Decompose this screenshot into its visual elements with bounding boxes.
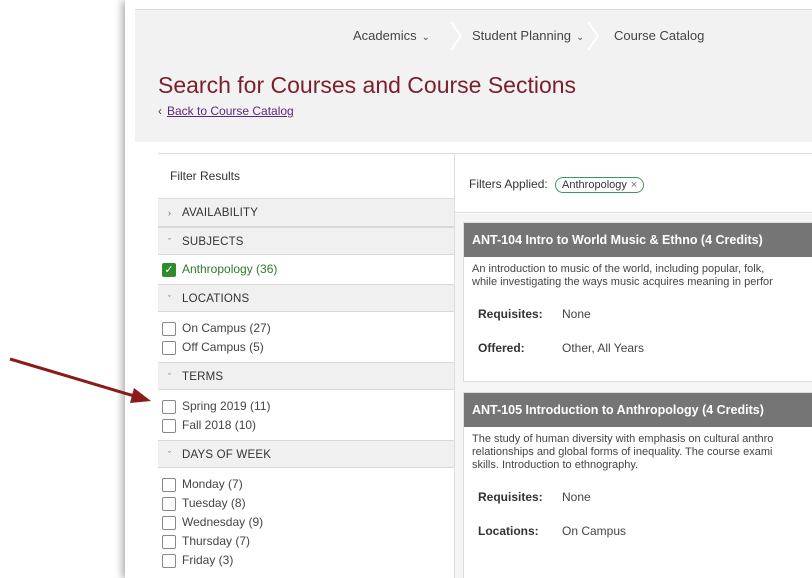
checkbox[interactable] bbox=[162, 477, 176, 492]
section-title: TERMS bbox=[182, 371, 224, 383]
breadcrumb-separator-icon bbox=[450, 22, 462, 50]
field-value: Other, All Years bbox=[562, 341, 645, 355]
filter-results-header: Filter Results bbox=[158, 154, 454, 199]
option-label: Wednesday (9) bbox=[182, 515, 264, 529]
filter-section-locations[interactable]: ˇ LOCATIONS bbox=[158, 284, 454, 312]
checkbox[interactable] bbox=[162, 553, 176, 568]
section-title: SUBJECTS bbox=[182, 236, 244, 248]
browser-window: Academics ⌄ Student Planning ⌄ Course Cata… bbox=[125, 0, 812, 578]
locations-options: On Campus (27) Off Campus (5) bbox=[158, 312, 454, 362]
filter-panel: Filter Results › AVAILABILITY ˇ SUBJECTS ✓… bbox=[158, 153, 454, 578]
section-title: DAYS OF WEEK bbox=[182, 449, 272, 461]
requisites-row: Requisites: None bbox=[464, 490, 812, 504]
back-link-label[interactable]: Back to Course Catalog bbox=[167, 104, 294, 118]
option-friday[interactable]: Friday (3) bbox=[162, 551, 454, 570]
course-card: ANT-104 Intro to World Music & Ethno (4 … bbox=[463, 222, 812, 382]
requisites-row: Requisites: None bbox=[464, 307, 812, 321]
checkbox[interactable] bbox=[162, 340, 176, 355]
offered-row: Offered: Other, All Years bbox=[464, 341, 812, 355]
filters-applied-label: Filters Applied: bbox=[469, 177, 548, 191]
option-spring-2019[interactable]: Spring 2019 (11) bbox=[162, 397, 454, 416]
chevron-down-icon: ˇ bbox=[168, 372, 172, 382]
option-monday[interactable]: Monday (7) bbox=[162, 475, 454, 494]
option-anthropology[interactable]: ✓ Anthropology (36) bbox=[162, 260, 454, 279]
chevron-down-icon: ⌄ bbox=[576, 32, 585, 43]
option-label: Off Campus (5) bbox=[182, 340, 264, 354]
description-line: The study of human diversity with emphas… bbox=[472, 433, 774, 445]
option-label: Spring 2019 (11) bbox=[182, 399, 271, 413]
filter-section-days-of-week[interactable]: ˇ DAYS OF WEEK bbox=[158, 440, 454, 468]
option-thursday[interactable]: Thursday (7) bbox=[162, 532, 454, 551]
breadcrumb-course-catalog[interactable]: Course Catalog bbox=[614, 22, 704, 50]
close-icon[interactable]: × bbox=[631, 179, 637, 191]
chevron-left-icon: ‹ bbox=[158, 104, 162, 118]
field-value: On Campus bbox=[562, 524, 627, 538]
checkbox[interactable] bbox=[162, 496, 176, 511]
filter-section-availability[interactable]: › AVAILABILITY bbox=[158, 199, 454, 227]
section-title: LOCATIONS bbox=[182, 293, 250, 305]
days-options: Monday (7) Tuesday (8) Wednesday (9) Thu… bbox=[158, 468, 454, 575]
subjects-options: ✓ Anthropology (36) bbox=[158, 255, 454, 284]
field-key: Offered: bbox=[478, 341, 525, 355]
field-value: None bbox=[562, 307, 591, 321]
course-title[interactable]: ANT-105 Introduction to Anthropology (4 … bbox=[464, 393, 812, 427]
filters-applied-bar: Filters Applied: Anthropology × bbox=[455, 154, 812, 213]
option-fall-2018[interactable]: Fall 2018 (10) bbox=[162, 416, 454, 435]
course-description: An introduction to music of the world, i… bbox=[464, 257, 812, 289]
option-label: Fall 2018 (10) bbox=[182, 418, 257, 432]
field-value: None bbox=[562, 490, 591, 504]
chevron-down-icon: ˇ bbox=[168, 294, 172, 304]
chip-label: Anthropology bbox=[562, 179, 627, 191]
page-title: Search for Courses and Course Sections bbox=[158, 72, 577, 98]
section-title: AVAILABILITY bbox=[182, 207, 259, 219]
option-wednesday[interactable]: Wednesday (9) bbox=[162, 513, 454, 532]
back-to-catalog-link[interactable]: ‹ Back to Course Catalog bbox=[158, 104, 294, 118]
chevron-down-icon: ˇ bbox=[168, 450, 172, 460]
description-line: An introduction to music of the world, i… bbox=[472, 263, 765, 275]
breadcrumb-label: Academics bbox=[353, 28, 417, 43]
option-label: Friday (3) bbox=[182, 553, 234, 567]
results-panel: Filters Applied: Anthropology × ANT-104 I… bbox=[454, 153, 812, 578]
field-key: Requisites: bbox=[478, 490, 543, 504]
option-label: Thursday (7) bbox=[182, 534, 251, 548]
option-tuesday[interactable]: Tuesday (8) bbox=[162, 494, 454, 513]
description-line: skills. Introduction to ethnography. bbox=[472, 459, 639, 471]
checkbox-checked[interactable]: ✓ bbox=[162, 262, 176, 277]
terms-options: Spring 2019 (11) Fall 2018 (10) bbox=[158, 390, 454, 440]
option-label: Monday (7) bbox=[182, 477, 243, 491]
option-label: Tuesday (8) bbox=[182, 496, 246, 510]
field-key: Requisites: bbox=[478, 307, 543, 321]
chevron-down-icon: ⌄ bbox=[421, 32, 430, 43]
description-line: while investigating the ways music acqui… bbox=[472, 276, 773, 288]
field-key: Locations: bbox=[478, 524, 539, 538]
option-label: On Campus (27) bbox=[182, 321, 271, 335]
locations-row: Locations: On Campus bbox=[464, 524, 812, 538]
breadcrumb-student-planning[interactable]: Student Planning ⌄ bbox=[472, 22, 584, 50]
breadcrumb-separator-icon bbox=[587, 22, 599, 50]
course-title[interactable]: ANT-104 Intro to World Music & Ethno (4 … bbox=[464, 223, 812, 257]
checkbox[interactable] bbox=[162, 321, 176, 336]
course-card: ANT-105 Introduction to Anthropology (4 … bbox=[463, 392, 812, 578]
description-line: relationships and global forms of inequa… bbox=[472, 446, 773, 458]
option-off-campus[interactable]: Off Campus (5) bbox=[162, 338, 454, 357]
filter-section-subjects[interactable]: ˇ SUBJECTS bbox=[158, 227, 454, 255]
checkbox[interactable] bbox=[162, 534, 176, 549]
course-results: ANT-104 Intro to World Music & Ethno (4 … bbox=[455, 214, 812, 578]
checkbox[interactable] bbox=[162, 399, 176, 414]
course-description: The study of human diversity with emphas… bbox=[464, 427, 812, 472]
breadcrumb: Academics ⌄ Student Planning ⌄ Course Cata… bbox=[125, 22, 812, 50]
chevron-down-icon: ˇ bbox=[168, 237, 172, 247]
option-on-campus[interactable]: On Campus (27) bbox=[162, 319, 454, 338]
filter-chip-anthropology[interactable]: Anthropology × bbox=[555, 177, 645, 193]
breadcrumb-label: Course Catalog bbox=[614, 28, 705, 43]
checkbox[interactable] bbox=[162, 515, 176, 530]
breadcrumb-label: Student Planning bbox=[472, 28, 572, 43]
filter-section-terms[interactable]: ˇ TERMS bbox=[158, 362, 454, 390]
checkbox[interactable] bbox=[162, 418, 176, 433]
chevron-right-icon: › bbox=[168, 208, 172, 218]
breadcrumb-academics[interactable]: Academics ⌄ bbox=[353, 22, 430, 50]
option-label: Anthropology (36) bbox=[182, 262, 278, 276]
